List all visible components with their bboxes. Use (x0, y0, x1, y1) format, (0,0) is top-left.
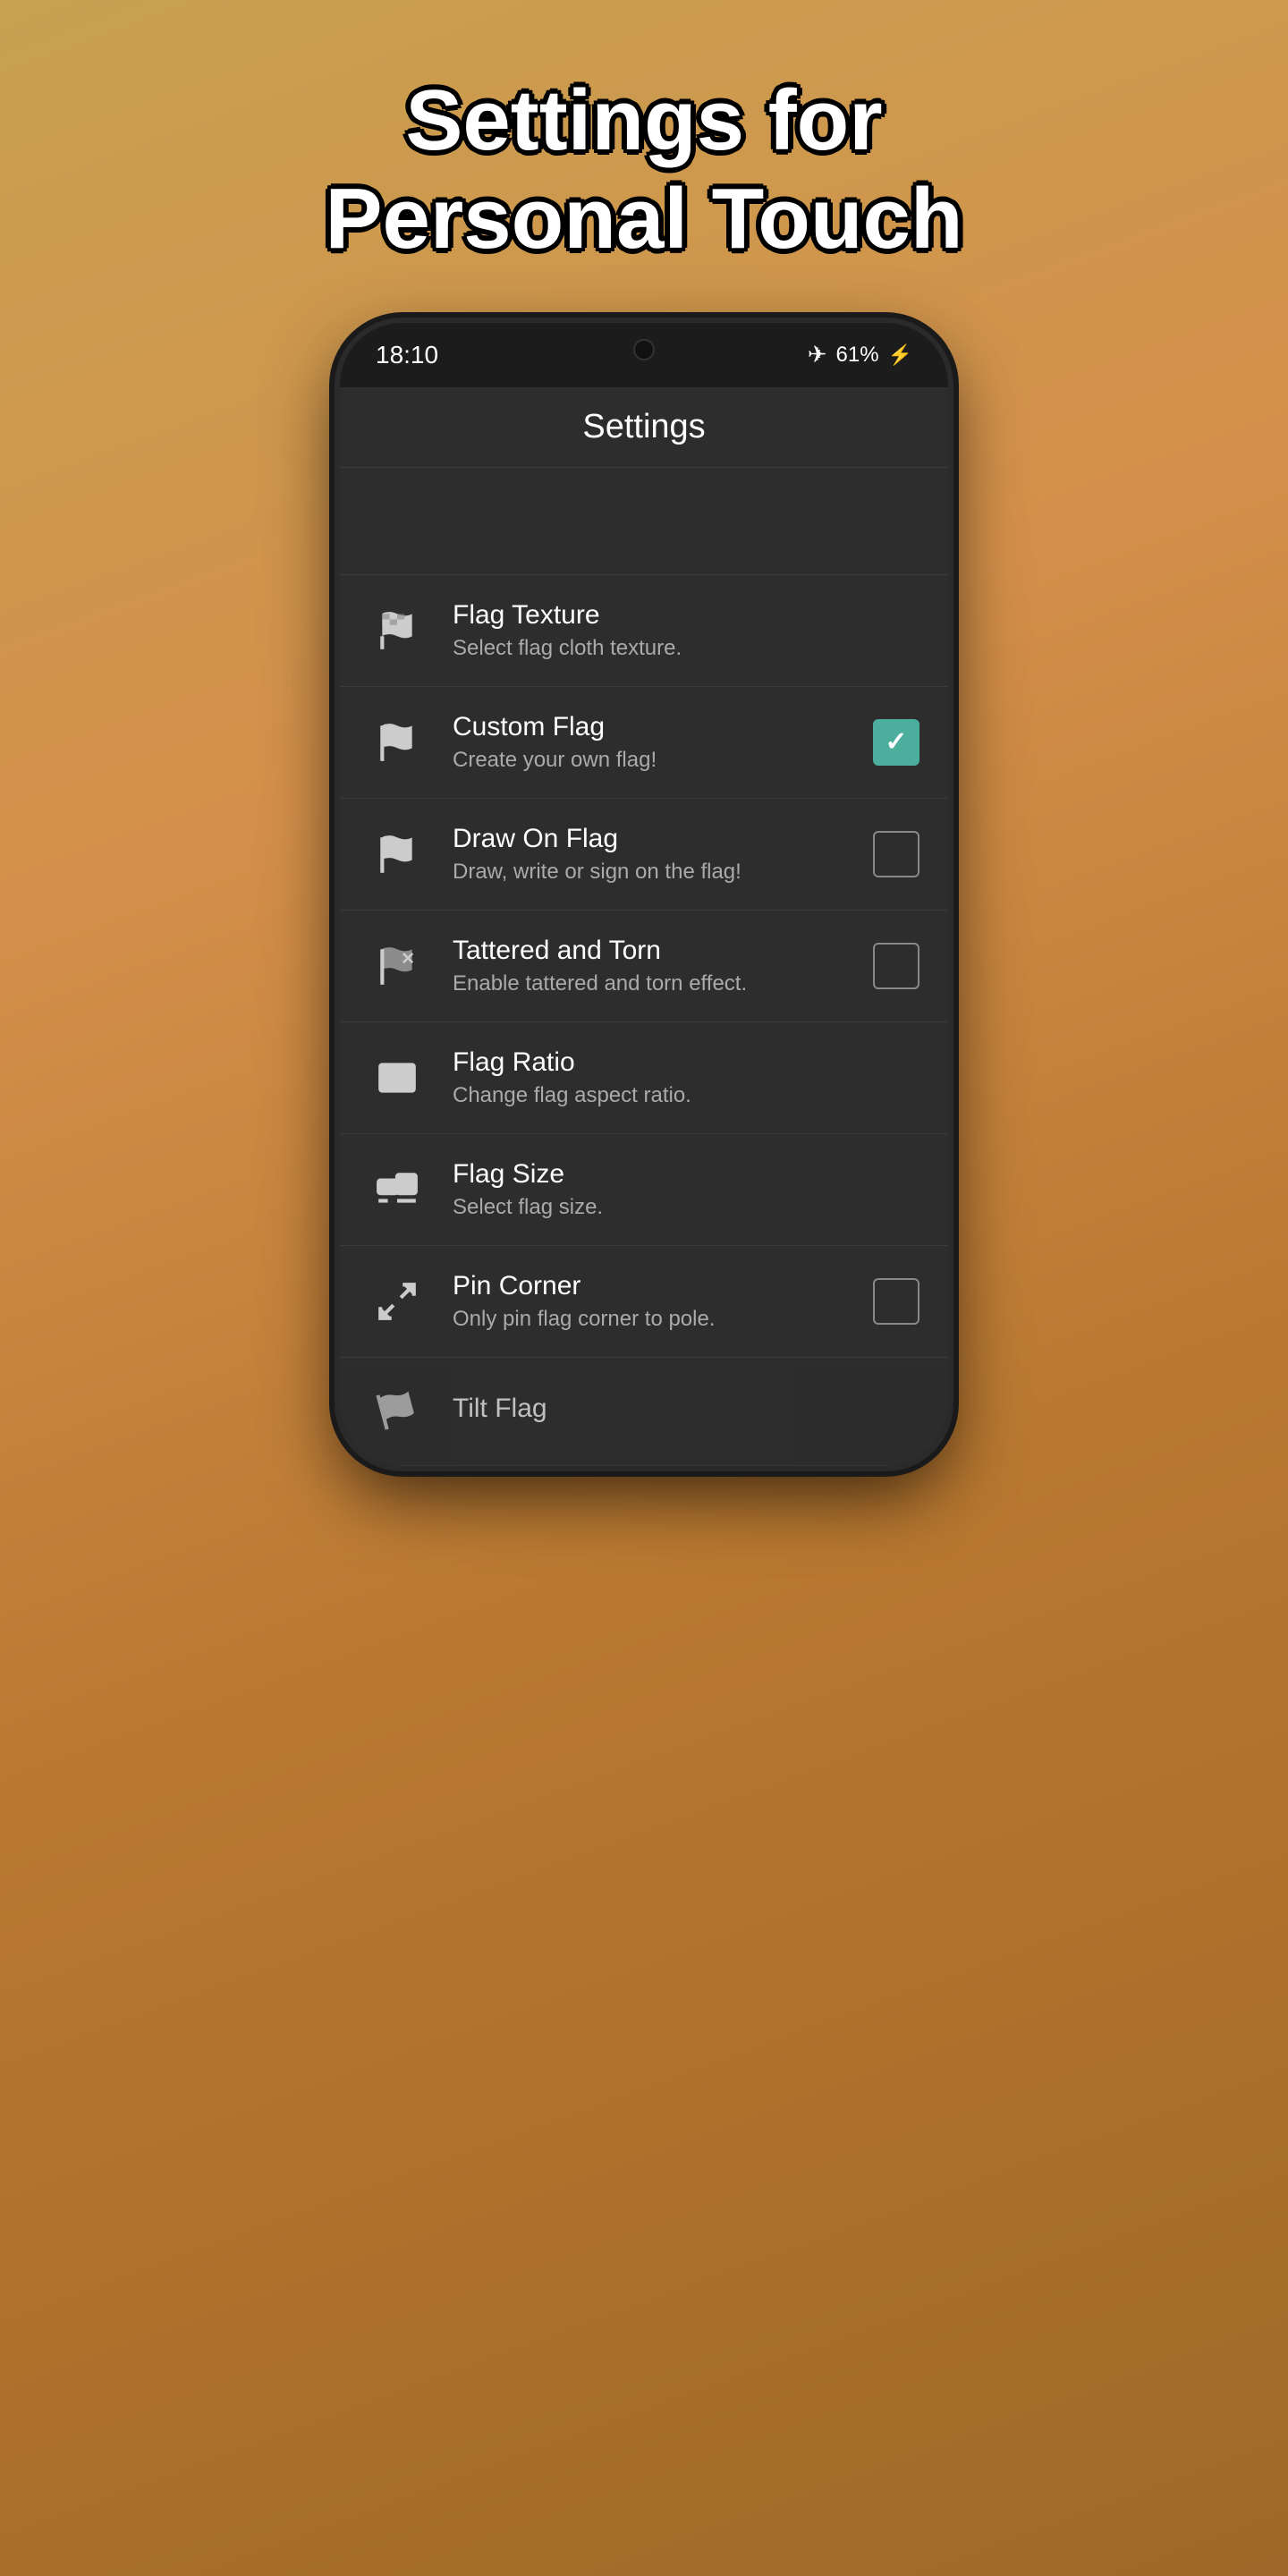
settings-item-draw-on-flag[interactable]: Draw On Flag Draw, write or sign on the … (340, 799, 948, 911)
status-right: ✈ 61% ⚡ (808, 341, 912, 369)
flag-ratio-title: Flag Ratio (453, 1047, 919, 1078)
checkbox-unchecked-pin[interactable] (873, 1278, 919, 1325)
settings-list: Flag Texture Select flag cloth texture. … (340, 468, 948, 1466)
empty-section (340, 468, 948, 575)
page-title: Settings for Personal Touch (235, 0, 1052, 323)
phone-frame: 18:10 ✈ 61% ⚡ Settings (340, 323, 948, 1466)
flag-size-title: Flag Size (453, 1159, 919, 1190)
custom-flag-icon: + (369, 714, 426, 771)
pin-corner-checkbox[interactable] (873, 1278, 919, 1325)
custom-flag-text: Custom Flag Create your own flag! (453, 712, 855, 773)
settings-item-tattered-torn[interactable]: ✕ Tattered and Torn Enable tattered and … (340, 911, 948, 1022)
draw-on-flag-title: Draw On Flag (453, 824, 855, 854)
tattered-torn-title: Tattered and Torn (453, 936, 855, 966)
flag-size-icon (369, 1161, 426, 1218)
flag-texture-subtitle: Select flag cloth texture. (453, 636, 919, 661)
settings-item-flag-size[interactable]: Flag Size Select flag size. (340, 1134, 948, 1246)
flag-size-subtitle: Select flag size. (453, 1195, 919, 1220)
custom-flag-subtitle: Create your own flag! (453, 748, 855, 773)
svg-text:+: + (401, 727, 410, 744)
tattered-torn-text: Tattered and Torn Enable tattered and to… (453, 936, 855, 996)
battery-percent: 61% (836, 343, 879, 368)
battery-icon: ⚡ (888, 343, 912, 367)
checkbox-unchecked-tattered[interactable] (873, 943, 919, 989)
checkbox-checked-custom-flag[interactable] (873, 719, 919, 766)
custom-flag-title: Custom Flag (453, 712, 855, 742)
settings-item-flag-ratio[interactable]: Flag Ratio Change flag aspect ratio. (340, 1022, 948, 1134)
pin-corner-icon (369, 1273, 426, 1330)
flag-texture-icon (369, 602, 426, 659)
settings-item-flag-texture[interactable]: Flag Texture Select flag cloth texture. (340, 575, 948, 687)
flag-texture-text: Flag Texture Select flag cloth texture. (453, 600, 919, 661)
flag-ratio-icon (369, 1049, 426, 1106)
settings-item-tilt-flag[interactable]: Tilt Flag (340, 1358, 948, 1466)
draw-on-flag-text: Draw On Flag Draw, write or sign on the … (453, 824, 855, 885)
app-bar: Settings (340, 387, 948, 468)
pin-corner-text: Pin Corner Only pin flag corner to pole. (453, 1271, 855, 1332)
custom-flag-checkbox[interactable] (873, 719, 919, 766)
tilt-flag-title: Tilt Flag (453, 1394, 919, 1424)
tattered-torn-icon: ✕ (369, 937, 426, 995)
app-bar-title: Settings (582, 408, 705, 446)
tilt-flag-icon (369, 1383, 426, 1440)
tattered-torn-subtitle: Enable tattered and torn effect. (453, 971, 855, 996)
pin-corner-subtitle: Only pin flag corner to pole. (453, 1307, 855, 1332)
settings-item-custom-flag[interactable]: + Custom Flag Create your own flag! (340, 687, 948, 799)
flag-ratio-subtitle: Change flag aspect ratio. (453, 1083, 919, 1108)
svg-text:✕: ✕ (401, 949, 415, 968)
draw-on-flag-icon (369, 826, 426, 883)
status-time: 18:10 (376, 341, 438, 369)
settings-item-pin-corner[interactable]: Pin Corner Only pin flag corner to pole. (340, 1246, 948, 1358)
draw-on-flag-checkbox[interactable] (873, 831, 919, 877)
airplane-icon: ✈ (808, 341, 827, 369)
camera-notch (633, 339, 655, 360)
flag-ratio-text: Flag Ratio Change flag aspect ratio. (453, 1047, 919, 1108)
pin-corner-title: Pin Corner (453, 1271, 855, 1301)
flag-size-text: Flag Size Select flag size. (453, 1159, 919, 1220)
draw-on-flag-subtitle: Draw, write or sign on the flag! (453, 860, 855, 885)
flag-texture-title: Flag Texture (453, 600, 919, 631)
tilt-flag-text: Tilt Flag (453, 1394, 919, 1429)
checkbox-unchecked-draw-flag[interactable] (873, 831, 919, 877)
tattered-torn-checkbox[interactable] (873, 943, 919, 989)
